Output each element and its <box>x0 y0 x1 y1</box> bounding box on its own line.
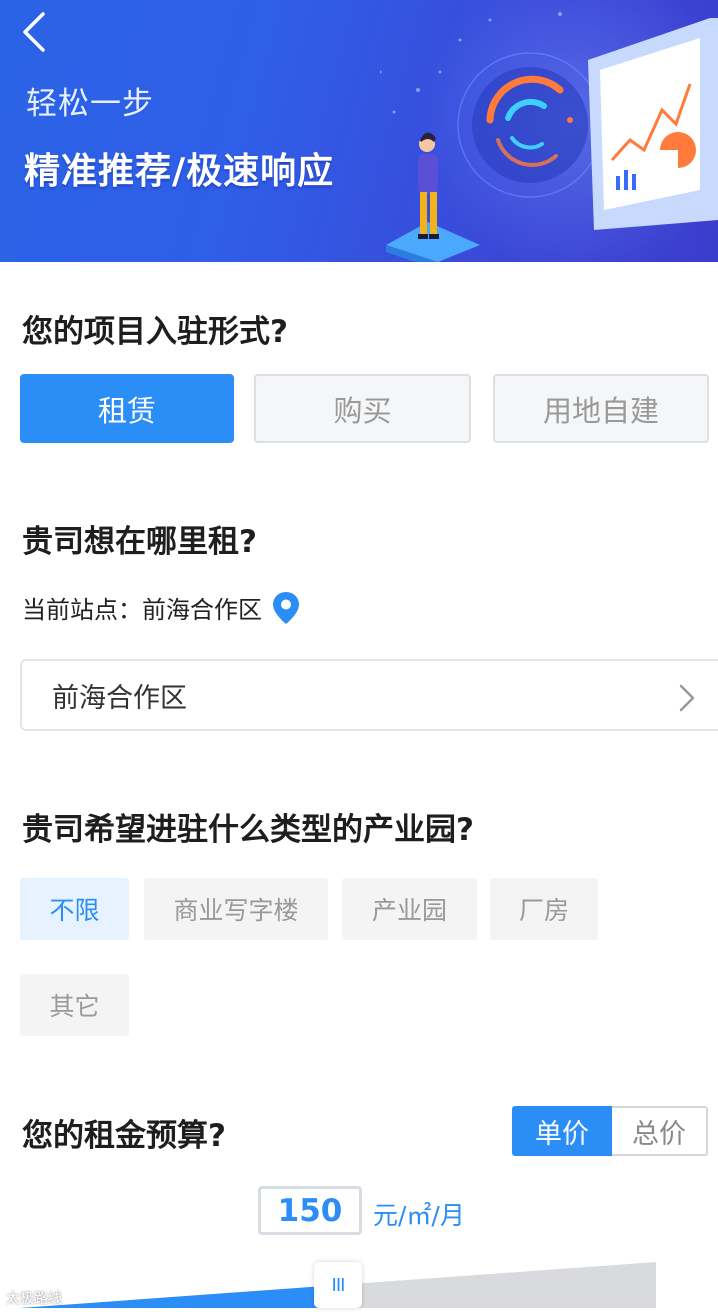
banner-illustration <box>380 12 718 262</box>
budget-slider-handle[interactable]: III <box>314 1262 362 1308</box>
banner-title: 精准推荐/极速响应 <box>24 151 335 192</box>
tag-office-building[interactable]: 商业写字楼 <box>144 878 328 940</box>
tag-unlimited[interactable]: 不限 <box>20 878 129 940</box>
location-pin-icon <box>273 591 299 624</box>
current-station-label: 当前站点：前海合作区 <box>22 596 262 624</box>
section-title-entry-form: 您的项目入驻形式? <box>22 314 288 350</box>
section-title-budget: 您的租金预算? <box>22 1118 226 1154</box>
total-price-toggle[interactable]: 总价 <box>612 1106 708 1156</box>
back-button[interactable] <box>14 8 54 56</box>
banner-subtitle: 轻松一步 <box>26 86 154 122</box>
option-rent-button[interactable]: 租赁 <box>20 374 234 443</box>
watermark: 太极路线 <box>6 1291 62 1307</box>
option-buy-button[interactable]: 购买 <box>254 374 471 443</box>
location-select[interactable]: 前海合作区 <box>20 659 718 731</box>
option-self-build-button[interactable]: 用地自建 <box>493 374 709 443</box>
chevron-left-icon <box>23 12 45 52</box>
monitor-graphic <box>588 18 718 230</box>
budget-input[interactable]: 150 <box>258 1186 362 1235</box>
budget-unit: 元/㎡/月 <box>373 1201 465 1230</box>
section-title-park-type: 贵司希望进驻什么类型的产业园? <box>22 812 474 848</box>
header-banner: 轻松一步 精准推荐/极速响应 <box>0 0 718 262</box>
tag-industrial-park[interactable]: 产业园 <box>342 878 477 940</box>
chevron-right-icon <box>679 684 695 712</box>
unit-price-toggle[interactable]: 单价 <box>512 1106 612 1156</box>
tag-other[interactable]: 其它 <box>20 974 129 1036</box>
section-title-location: 贵司想在哪里租? <box>22 524 257 560</box>
location-select-value: 前海合作区 <box>52 682 187 714</box>
current-station: 当前站点：前海合作区 <box>22 590 300 625</box>
radar-graphic <box>457 52 603 198</box>
tag-factory[interactable]: 厂房 <box>490 878 598 940</box>
